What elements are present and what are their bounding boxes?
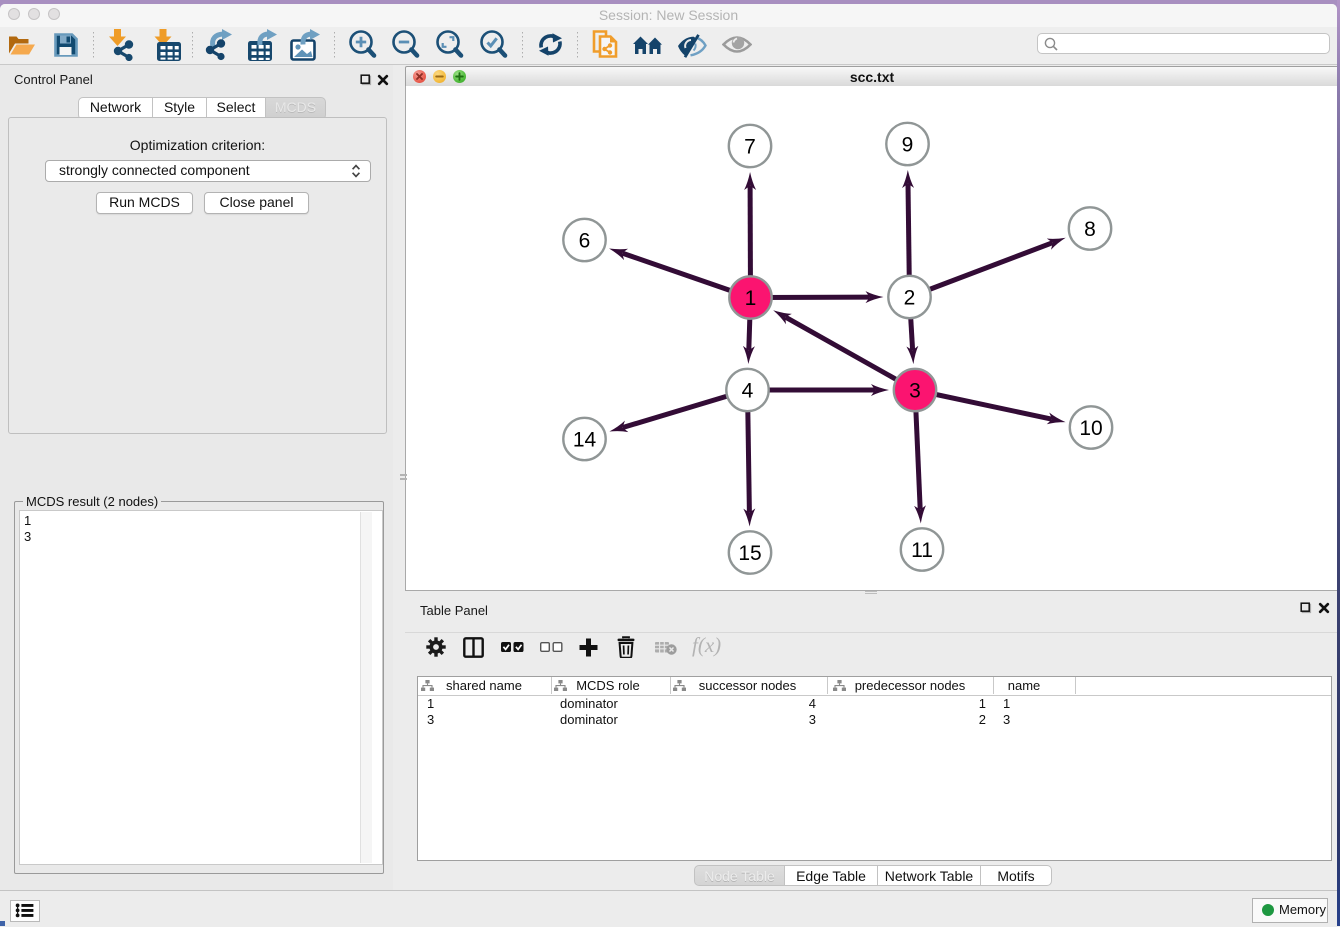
svg-text:2: 2 — [904, 287, 916, 310]
svg-text:10: 10 — [1079, 417, 1102, 440]
svg-text:14: 14 — [573, 429, 597, 452]
svg-text:15: 15 — [738, 542, 761, 565]
svg-text:9: 9 — [902, 134, 914, 157]
svg-text:3: 3 — [909, 380, 921, 403]
svg-text:4: 4 — [742, 380, 754, 403]
svg-text:7: 7 — [744, 136, 756, 159]
svg-text:6: 6 — [579, 230, 591, 253]
svg-text:8: 8 — [1084, 218, 1096, 241]
svg-text:11: 11 — [911, 539, 933, 562]
svg-text:1: 1 — [745, 287, 757, 310]
